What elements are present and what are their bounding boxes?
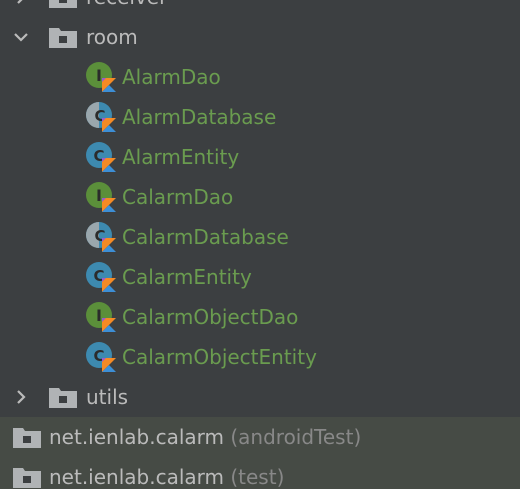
tree-node-label: AlarmDao (122, 65, 221, 89)
tree-node-calarmobjectdao[interactable]: I CalarmObjectDao (0, 297, 520, 337)
tree-node-label: CalarmEntity (122, 265, 252, 289)
tree-node-alarmdao[interactable]: I AlarmDao (0, 57, 520, 97)
kotlin-interface-icon: I (86, 302, 118, 334)
tree-node-alarmentity[interactable]: C AlarmEntity (0, 137, 520, 177)
tree-node-label: room (86, 25, 138, 49)
package-name-label: net.ienlab.calarm (androidTest) (49, 417, 361, 457)
tree-node-receiver[interactable]: receiver (0, 0, 520, 17)
package-name: net.ienlab.calarm (49, 425, 224, 449)
tree-node-label: AlarmDatabase (122, 105, 277, 129)
package-name-label: net.ienlab.calarm (test) (49, 457, 284, 489)
tree-node-androidtest-package[interactable]: net.ienlab.calarm (androidTest) (0, 417, 520, 457)
package-folder-icon (48, 25, 78, 49)
tree-node-calarmentity[interactable]: C CalarmEntity (0, 257, 520, 297)
svg-text:I: I (96, 186, 102, 205)
kotlin-interface-icon: I (86, 62, 118, 94)
chevron-right-icon[interactable] (11, 0, 31, 7)
chevron-right-icon[interactable] (11, 387, 31, 407)
tree-node-label: utils (86, 385, 129, 409)
chevron-down-icon[interactable] (11, 27, 31, 47)
package-folder-icon (48, 385, 78, 409)
tree-node-label: AlarmEntity (122, 145, 240, 169)
kotlin-abstract-class-icon: C (86, 222, 118, 254)
tree-node-alarmdatabase[interactable]: C AlarmDatabase (0, 97, 520, 137)
source-set-qualifier: (androidTest) (230, 425, 362, 449)
tree-node-calarmdatabase[interactable]: C CalarmDatabase (0, 217, 520, 257)
tree-node-utils[interactable]: utils (0, 377, 520, 417)
kotlin-class-icon: C (86, 262, 118, 294)
kotlin-abstract-class-icon: C (86, 102, 118, 134)
kotlin-class-icon: C (86, 142, 118, 174)
package-folder-icon (48, 0, 78, 9)
tree-node-label: CalarmObjectDao (122, 305, 299, 329)
svg-text:I: I (96, 306, 102, 325)
kotlin-interface-icon: I (86, 182, 118, 214)
tree-node-room[interactable]: room (0, 17, 520, 57)
tree-node-label: CalarmObjectEntity (122, 345, 317, 369)
tree-node-label: receiver (86, 0, 167, 17)
tree-node-calarmobjectentity[interactable]: C CalarmObjectEntity (0, 337, 520, 377)
tree-node-test-package[interactable]: net.ienlab.calarm (test) (0, 457, 520, 489)
kotlin-class-icon: C (86, 342, 118, 374)
tree-node-label: CalarmDatabase (122, 225, 289, 249)
svg-text:I: I (96, 66, 102, 85)
project-tree: receiver room I AlarmDao C AlarmDatabase (0, 0, 520, 489)
tree-node-calarmdao[interactable]: I CalarmDao (0, 177, 520, 217)
tree-node-label: CalarmDao (122, 185, 234, 209)
package-folder-icon (12, 465, 42, 489)
package-folder-icon (12, 425, 42, 449)
package-name: net.ienlab.calarm (49, 465, 224, 489)
source-set-qualifier: (test) (230, 465, 285, 489)
